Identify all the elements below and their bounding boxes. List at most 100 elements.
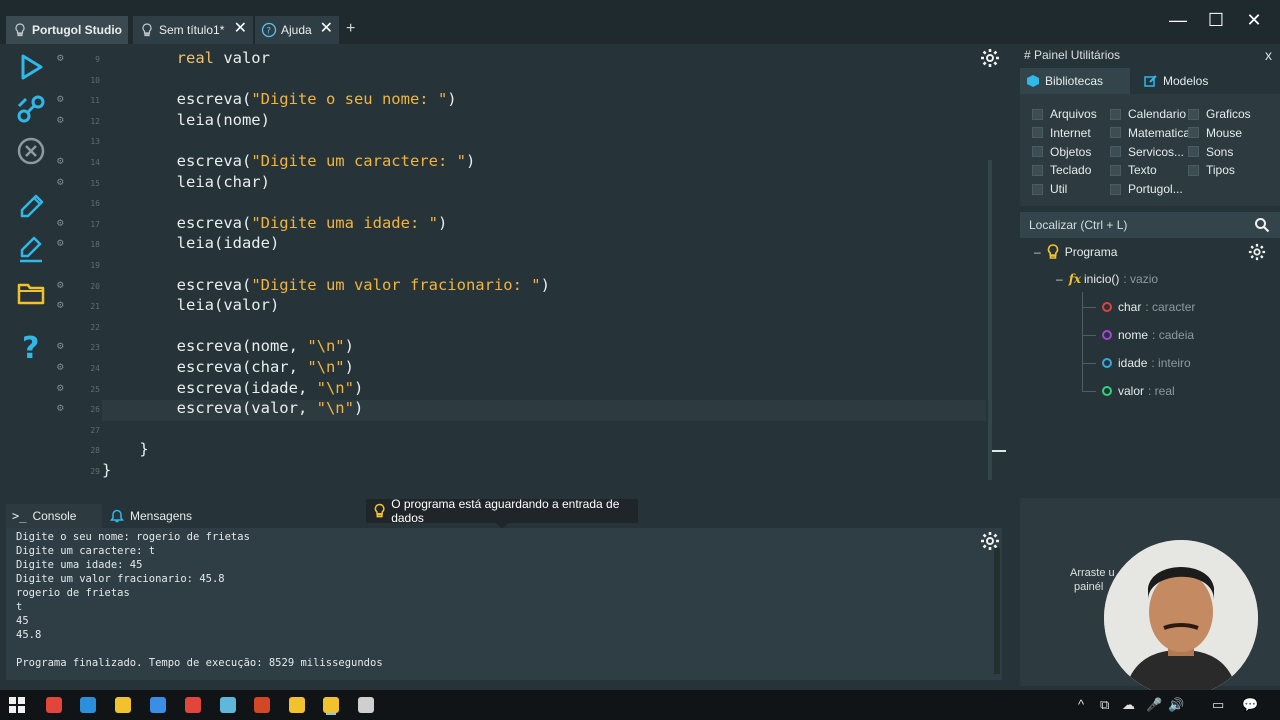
- gutter-line[interactable]: ⚙ 20: [54, 276, 102, 297]
- code-line[interactable]: leia(idade): [102, 233, 280, 254]
- breakpoint-bug-icon[interactable]: ⚙: [57, 113, 69, 126]
- tree-root-programa[interactable]: – Programa: [1034, 244, 1117, 260]
- close-window-button[interactable]: ✕: [1242, 10, 1266, 31]
- tab-sem-titulo[interactable]: Sem título1* ✕: [133, 16, 253, 44]
- tray-icon[interactable]: 💬: [1242, 697, 1258, 713]
- checkbox-icon[interactable]: [1032, 108, 1043, 120]
- powerpoint-icon[interactable]: [254, 697, 270, 713]
- chrome-icon[interactable]: [46, 697, 62, 713]
- edge-icon[interactable]: [80, 697, 96, 713]
- gutter-line[interactable]: 22: [54, 317, 102, 338]
- gutter-line[interactable]: 28: [54, 440, 102, 461]
- gutter-line[interactable]: ⚙ 12: [54, 111, 102, 132]
- code-line[interactable]: }: [102, 439, 148, 460]
- library-checkbox[interactable]: Graficos: [1188, 107, 1251, 121]
- library-checkbox[interactable]: Mouse: [1188, 126, 1242, 140]
- breakpoint-bug-icon[interactable]: ⚙: [57, 340, 69, 352]
- collapse-marker[interactable]: [992, 450, 1006, 452]
- portugol-active-icon[interactable]: [323, 697, 339, 713]
- breakpoint-bug-icon[interactable]: ⚙: [57, 381, 69, 394]
- code-line[interactable]: escreva("Digite uma idade: "): [102, 213, 448, 234]
- checkbox-icon[interactable]: [1188, 164, 1199, 176]
- tab-bibliotecas[interactable]: Bibliotecas: [1020, 68, 1130, 94]
- checkbox-icon[interactable]: [1188, 108, 1199, 120]
- library-checkbox[interactable]: Servicos...: [1110, 145, 1184, 159]
- windows-start-icon[interactable]: [9, 697, 25, 713]
- tab-console[interactable]: >_ Console: [6, 504, 102, 528]
- code-line[interactable]: escreva("Digite um caractere: "): [102, 151, 476, 172]
- tray-icon[interactable]: ^: [1078, 697, 1084, 712]
- tree-variable-idade[interactable]: idade: inteiro: [1082, 356, 1191, 370]
- library-checkbox[interactable]: Arquivos: [1032, 107, 1097, 121]
- gutter-line[interactable]: 29: [54, 461, 102, 482]
- library-checkbox[interactable]: Internet: [1032, 126, 1091, 140]
- gutter-line[interactable]: ⚙ 14: [54, 152, 102, 173]
- gutter-line[interactable]: 19: [54, 255, 102, 276]
- code-line[interactable]: escreva("Digite um valor fracionario: "): [102, 275, 550, 296]
- checkbox-icon[interactable]: [1110, 183, 1121, 195]
- tab-ajuda[interactable]: ? Ajuda ✕: [255, 16, 339, 44]
- notes-icon[interactable]: [220, 697, 236, 713]
- tree-variable-char[interactable]: char: caracter: [1082, 300, 1195, 314]
- code-line[interactable]: escreva(char, "\n"): [102, 357, 354, 378]
- add-tab-button[interactable]: +: [346, 20, 355, 38]
- gutter-line[interactable]: 13: [54, 131, 102, 152]
- library-checkbox[interactable]: Calendario: [1110, 107, 1186, 121]
- editor-scrollbar[interactable]: [988, 160, 992, 480]
- save-as-button[interactable]: [14, 232, 48, 266]
- library-checkbox[interactable]: Portugol...: [1110, 182, 1183, 196]
- breakpoint-bug-icon[interactable]: ⚙: [57, 52, 69, 64]
- tree-variable-nome[interactable]: nome: cadeia: [1082, 328, 1194, 342]
- code-line[interactable]: escreva("Digite o seu nome: "): [102, 89, 457, 110]
- library-checkbox[interactable]: Sons: [1188, 145, 1233, 159]
- breakpoint-bug-icon[interactable]: ⚙: [57, 93, 69, 105]
- library-checkbox[interactable]: Tipos: [1188, 163, 1235, 177]
- minimize-button[interactable]: —: [1166, 10, 1190, 31]
- library-checkbox[interactable]: Texto: [1110, 163, 1157, 177]
- debug-step-button[interactable]: [14, 92, 48, 126]
- gutter-line[interactable]: ⚙ 26: [54, 399, 102, 420]
- code-line[interactable]: }: [102, 460, 111, 481]
- run-button[interactable]: [14, 50, 48, 84]
- breakpoint-bug-icon[interactable]: ⚙: [57, 237, 69, 249]
- gutter-line[interactable]: ⚙ 25: [54, 379, 102, 400]
- gutter-line[interactable]: ⚙ 24: [54, 358, 102, 379]
- checkbox-icon[interactable]: [1032, 127, 1043, 139]
- breakpoint-bug-icon[interactable]: ⚙: [57, 216, 69, 229]
- portugol-icon[interactable]: [289, 697, 305, 713]
- close-tab-icon[interactable]: ✕: [320, 21, 333, 37]
- code-line[interactable]: escreva(idade, "\n"): [102, 378, 364, 399]
- code-editor[interactable]: real valor escreva("Digite o seu nome: "…: [102, 44, 986, 484]
- gutter-line[interactable]: ⚙ 18: [54, 234, 102, 255]
- tray-icon[interactable]: ⧉: [1100, 697, 1109, 713]
- tab-portugol-studio[interactable]: Portugol Studio: [6, 16, 128, 44]
- save-button[interactable]: [14, 190, 48, 224]
- checkbox-icon[interactable]: [1110, 127, 1121, 139]
- code-line[interactable]: leia(char): [102, 172, 270, 193]
- breakpoint-bug-icon[interactable]: ⚙: [57, 278, 69, 291]
- tray-icon[interactable]: 🔊: [1168, 697, 1184, 713]
- collapse-icon[interactable]: –: [1056, 272, 1063, 286]
- code-line[interactable]: leia(nome): [102, 110, 270, 131]
- breakpoint-bug-icon[interactable]: ⚙: [57, 361, 69, 373]
- console-scrollbar[interactable]: [994, 548, 1000, 674]
- checkbox-icon[interactable]: [1032, 164, 1043, 176]
- obs-icon[interactable]: [358, 697, 374, 713]
- chrome-icon[interactable]: [185, 697, 201, 713]
- gear-icon[interactable]: [1248, 243, 1266, 261]
- editor-settings-button[interactable]: [980, 48, 1000, 68]
- close-tab-icon[interactable]: ✕: [234, 21, 247, 37]
- breakpoint-bug-icon[interactable]: ⚙: [57, 155, 69, 167]
- search-box[interactable]: Localizar (Ctrl + L): [1020, 212, 1280, 238]
- gutter-line[interactable]: ⚙ 11: [54, 90, 102, 111]
- code-line[interactable]: escreva(nome, "\n"): [102, 336, 354, 357]
- search-icon[interactable]: [1254, 217, 1270, 233]
- gutter-line[interactable]: ⚙ 9: [54, 49, 102, 70]
- collapse-icon[interactable]: –: [1034, 245, 1041, 259]
- breakpoint-bug-icon[interactable]: ⚙: [57, 402, 69, 414]
- tab-modelos[interactable]: Modelos: [1132, 68, 1280, 94]
- checkbox-icon[interactable]: [1110, 108, 1121, 120]
- breakpoint-bug-icon[interactable]: ⚙: [57, 175, 69, 188]
- file-explorer-icon[interactable]: [115, 697, 131, 713]
- stop-button[interactable]: [14, 134, 48, 168]
